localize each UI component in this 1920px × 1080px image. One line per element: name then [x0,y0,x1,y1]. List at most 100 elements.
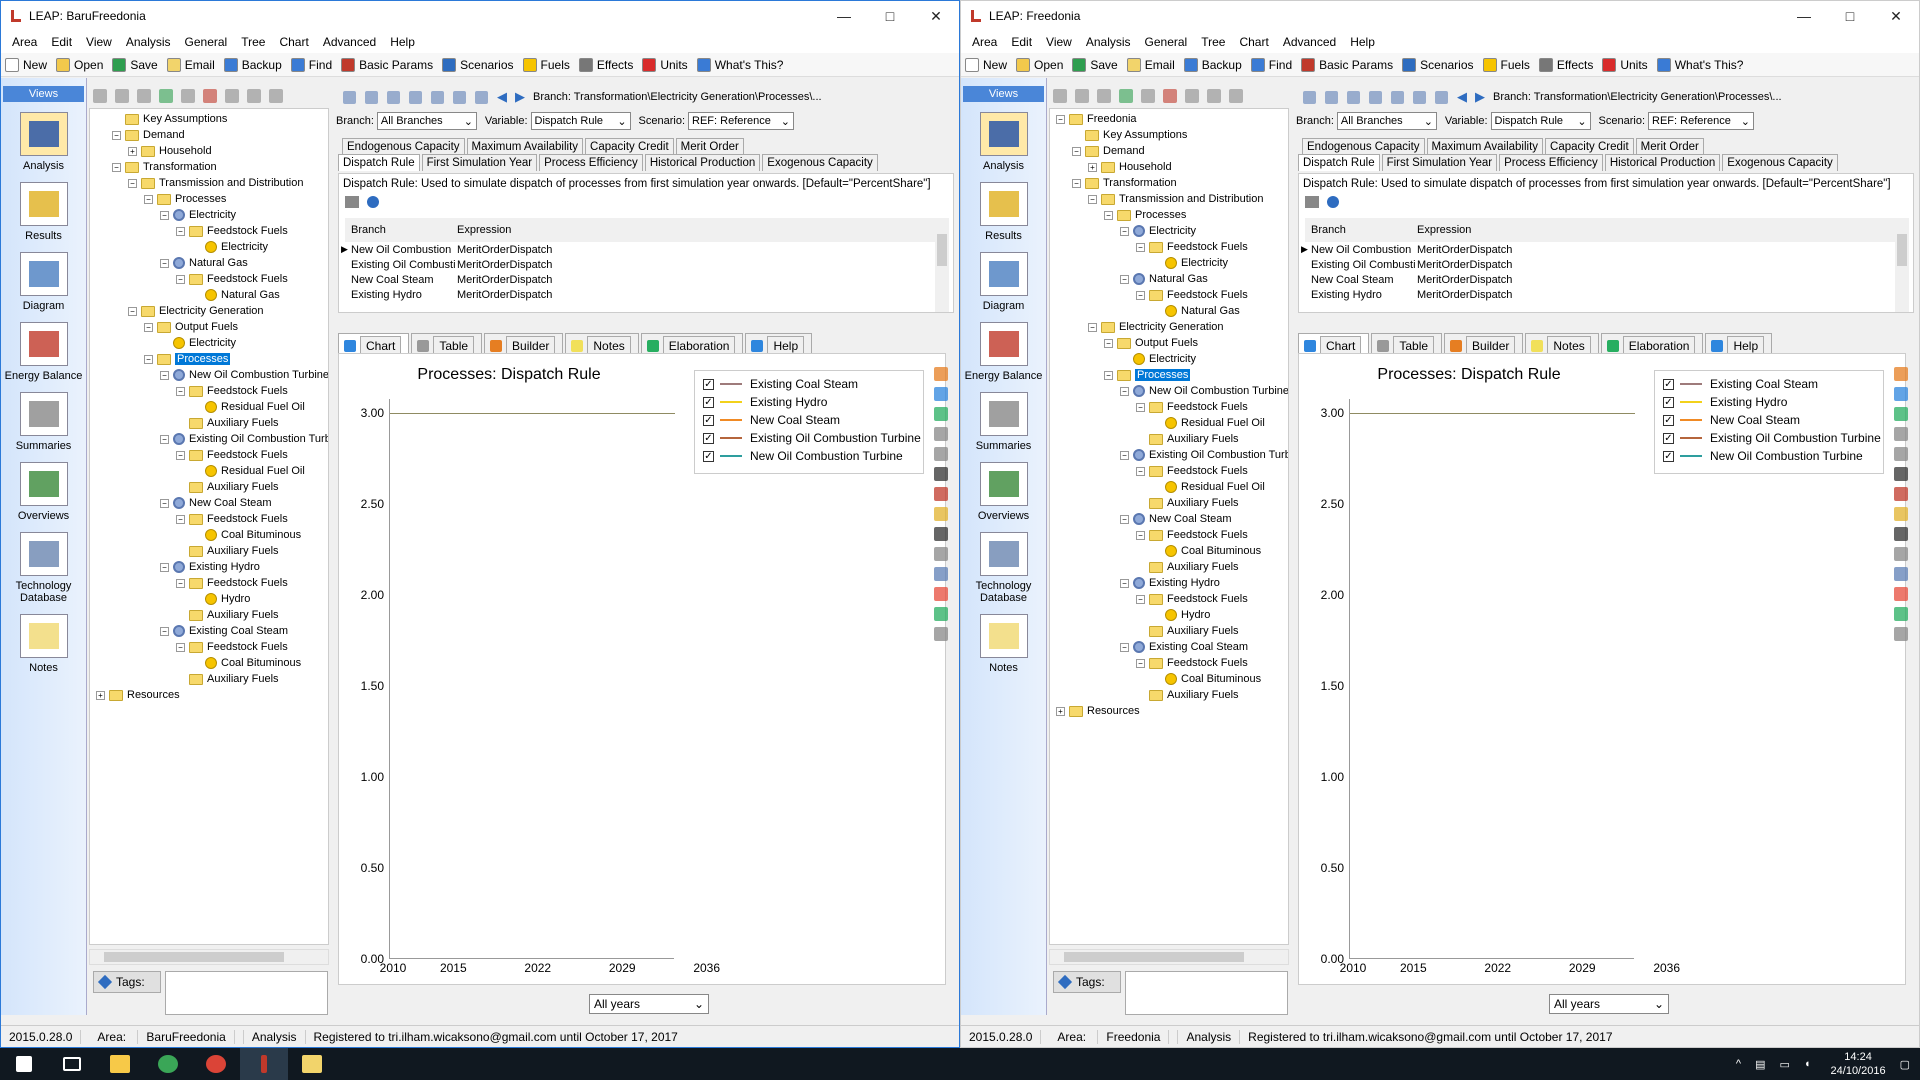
minimize-button[interactable]: — [1781,1,1827,31]
variable-tab[interactable]: Merit Order [1635,138,1704,155]
toolbar-button[interactable]: Scenarios [1402,57,1474,72]
menu-item[interactable]: Advanced [316,35,383,49]
tree-node[interactable]: − Output Fuels [144,319,238,335]
view-item[interactable]: Energy Balance [1,322,86,382]
expander-icon[interactable]: − [128,178,137,188]
menu-item[interactable]: Advanced [1276,35,1343,49]
expander-icon[interactable]: − [1136,242,1145,252]
legend-checkbox[interactable]: ✓ [703,450,714,462]
toolbar-button[interactable]: Basic Params [341,57,433,72]
chrome-icon[interactable] [192,1048,240,1080]
variable-tab[interactable]: Capacity Credit [1545,138,1634,155]
menu-item[interactable]: Help [383,35,422,49]
grid-row[interactable]: ▶ New Oil Combustion MeritOrderDispatch [1301,242,1895,257]
expander-icon[interactable]: − [160,370,169,380]
tree-node[interactable]: + Resources [96,687,180,703]
chart-tool-icon[interactable] [1894,547,1908,561]
menu-item[interactable]: Tree [1194,35,1232,49]
editor-tool-icon[interactable] [1303,90,1316,104]
legend-checkbox[interactable]: ✓ [703,414,714,426]
expander-icon[interactable]: − [160,498,169,508]
expander-icon[interactable]: − [1104,210,1113,220]
back-arrow-icon[interactable]: ◀ [1457,89,1467,105]
toolbar-button[interactable]: Open [1016,57,1063,72]
expander-icon[interactable]: + [1088,162,1097,172]
close-button[interactable]: ✕ [913,1,959,31]
view-item[interactable]: Summaries [1,392,86,452]
network-icon[interactable]: ▤ [1755,1058,1765,1071]
chart-tool-icon[interactable] [1894,407,1908,421]
chart-tool-icon[interactable] [1894,467,1908,481]
tree-node[interactable]: Natural Gas [192,287,280,303]
tree-node[interactable]: Coal Bituminous [1152,543,1261,559]
tree-node[interactable]: Auxiliary Fuels [176,543,279,559]
grid-vertical-scrollbar[interactable] [935,218,949,312]
tree-node[interactable]: Key Assumptions [112,111,227,127]
expander-icon[interactable]: − [1120,450,1129,460]
toolbar-button[interactable]: New [5,57,47,72]
chart-tool-icon[interactable] [1894,607,1908,621]
view-item[interactable]: Notes [1,614,86,674]
variable-tab[interactable]: Exogenous Capacity [762,154,878,171]
chart-tool-icon[interactable] [1894,587,1908,601]
expander-icon[interactable]: + [96,690,105,700]
view-item[interactable]: Analysis [961,112,1046,172]
view-item[interactable]: Overviews [1,462,86,522]
chart-tool-icon[interactable] [1894,627,1908,641]
tree-node[interactable]: − Feedstock Fuels [1136,591,1248,607]
editor-tool-icon[interactable] [453,90,466,104]
scenario-select[interactable]: REF: Reference ⌄ [1648,112,1755,130]
tree-node[interactable]: Hydro [192,591,250,607]
tree-node[interactable]: − Existing Hydro [160,559,260,575]
file-explorer-icon[interactable] [96,1048,144,1080]
menu-item[interactable]: Tree [234,35,272,49]
edit-icon[interactable] [1305,196,1319,208]
expander-icon[interactable]: − [112,130,121,140]
expander-icon[interactable]: − [1120,386,1129,396]
tree-node[interactable]: − Natural Gas [1120,271,1208,287]
legend-item[interactable]: ✓ Existing Coal Steam [1663,375,1818,393]
chart-tool-icon[interactable] [934,527,948,541]
legend-checkbox[interactable]: ✓ [1663,378,1674,390]
tree-tool-icon[interactable] [1141,89,1155,103]
tree-node[interactable]: − Feedstock Fuels [1136,655,1248,671]
tree-tool-icon[interactable] [269,89,283,103]
leap-app-icon[interactable] [240,1048,288,1080]
expander-icon[interactable]: − [144,194,153,204]
tags-button[interactable]: Tags: [93,971,161,993]
expander-icon[interactable]: + [128,146,137,156]
maximize-button[interactable]: □ [867,1,913,31]
tree-node[interactable]: Auxiliary Fuels [1136,431,1239,447]
expander-icon[interactable]: − [1072,146,1081,156]
legend-item[interactable]: ✓ New Coal Steam [703,411,840,429]
toolbar-button[interactable]: What's This? [1656,57,1743,72]
toolbar-button[interactable]: Find [290,57,332,72]
toolbar-button[interactable]: Backup [223,57,282,72]
forward-arrow-icon[interactable]: ▶ [1475,89,1485,105]
chart-tool-icon[interactable] [934,567,948,581]
chart-tool-icon[interactable] [1894,507,1908,521]
toolbar-button[interactable]: Fuels [522,57,570,72]
tree-node[interactable]: Auxiliary Fuels [176,607,279,623]
expander-icon[interactable]: − [176,386,185,396]
legend-item[interactable]: ✓ New Oil Combustion Turbine [703,447,903,465]
legend-item[interactable]: ✓ New Oil Combustion Turbine [1663,447,1863,465]
notifications-icon[interactable]: ▢ [1900,1058,1910,1071]
variable-tab[interactable]: Dispatch Rule [1298,154,1380,171]
help-icon[interactable] [367,196,379,208]
expander-icon[interactable]: − [1136,530,1145,540]
tree-node[interactable]: − Processes [144,351,231,367]
variable-tab[interactable]: Exogenous Capacity [1722,154,1838,171]
years-select[interactable]: All years ⌄ [1549,994,1669,1014]
expander-icon[interactable]: − [160,626,169,636]
tree-node[interactable]: − New Oil Combustion Turbine [1120,383,1288,399]
editor-tool-icon[interactable] [1435,90,1448,104]
tree-node[interactable]: − Feedstock Fuels [176,271,288,287]
tree-node[interactable]: − Natural Gas [160,255,248,271]
view-item[interactable]: Diagram [1,252,86,312]
task-view-icon[interactable] [48,1048,96,1080]
tree-node[interactable]: − Transmission and Distribution [128,175,303,191]
tree-tool-icon[interactable] [1229,89,1243,103]
chart-tool-icon[interactable] [934,587,948,601]
variable-tab[interactable]: Dispatch Rule [338,154,420,171]
